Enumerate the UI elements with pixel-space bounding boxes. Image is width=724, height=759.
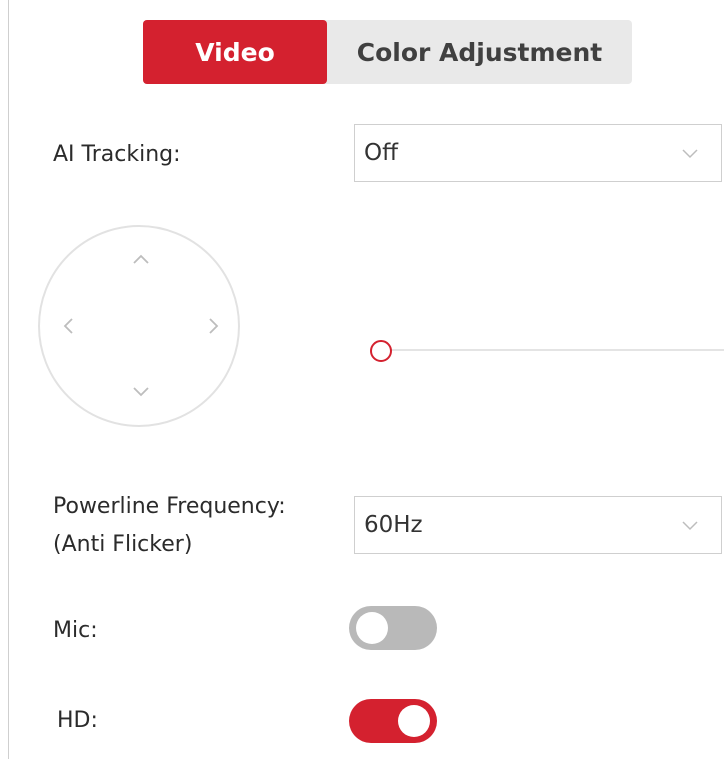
chevron-down-icon bbox=[682, 521, 698, 531]
tab-bar: Video Color Adjustment bbox=[143, 20, 632, 84]
pan-tilt-dpad bbox=[38, 225, 240, 427]
pan-left-icon[interactable] bbox=[57, 314, 81, 338]
ai-tracking-label: AI Tracking: bbox=[53, 142, 181, 167]
pan-up-icon[interactable] bbox=[129, 248, 153, 272]
ai-tracking-value: Off bbox=[364, 140, 398, 166]
tab-color-adjustment[interactable]: Color Adjustment bbox=[327, 20, 632, 84]
mic-label: Mic: bbox=[53, 618, 98, 643]
hd-label: HD: bbox=[57, 708, 98, 733]
pan-down-icon[interactable] bbox=[129, 379, 153, 403]
zoom-slider-track[interactable] bbox=[381, 349, 724, 351]
ai-tracking-select[interactable]: Off bbox=[354, 124, 722, 182]
powerline-frequency-label: Powerline Frequency: bbox=[53, 494, 286, 519]
hd-toggle[interactable] bbox=[349, 699, 437, 743]
mic-toggle[interactable] bbox=[349, 606, 437, 650]
zoom-slider-thumb[interactable] bbox=[370, 340, 392, 362]
tab-video[interactable]: Video bbox=[143, 20, 327, 84]
pan-right-icon[interactable] bbox=[201, 314, 225, 338]
powerline-frequency-select[interactable]: 60Hz bbox=[354, 496, 722, 554]
chevron-down-icon bbox=[682, 149, 698, 159]
anti-flicker-label: (Anti Flicker) bbox=[53, 532, 193, 557]
powerline-frequency-value: 60Hz bbox=[364, 512, 423, 538]
toggle-knob bbox=[356, 612, 388, 644]
toggle-knob bbox=[398, 705, 430, 737]
